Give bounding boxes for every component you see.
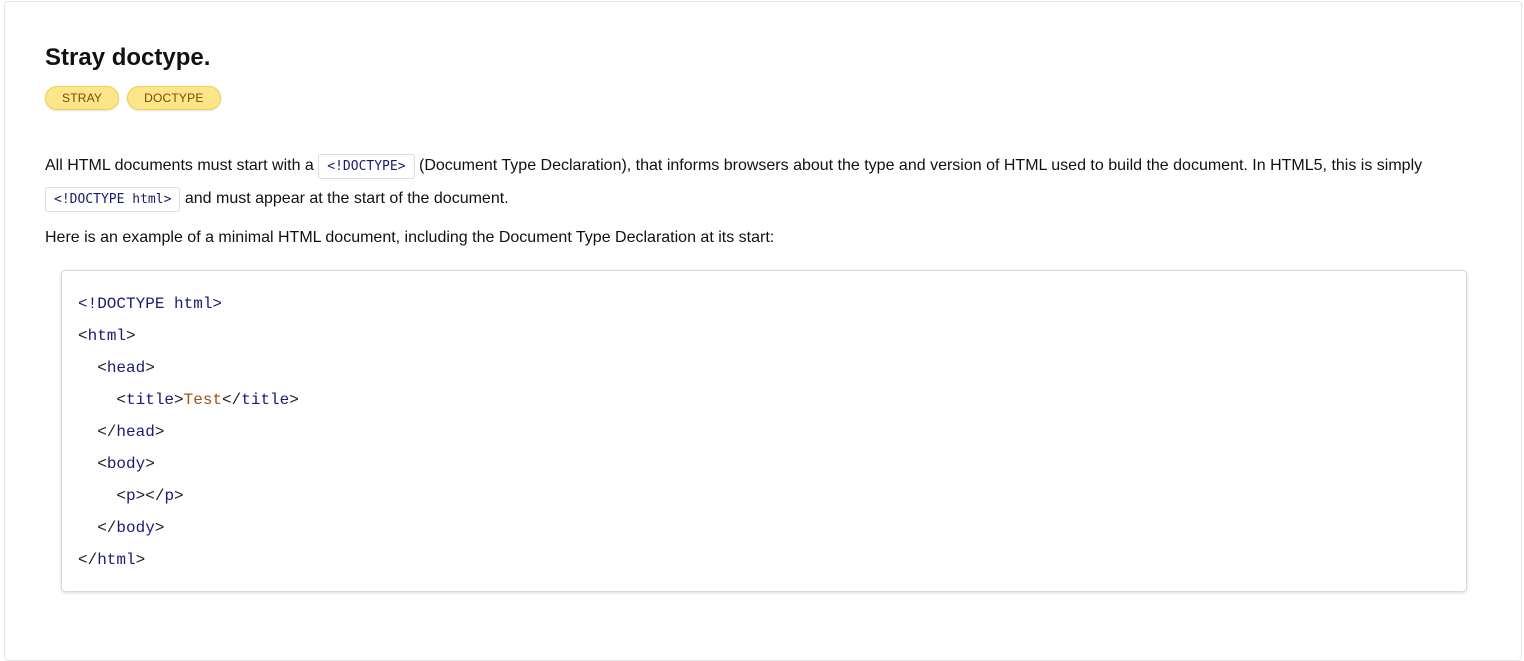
code-tag-title-close: title <box>241 391 290 409</box>
code-line-html-open: <html> <box>78 327 136 345</box>
code-tag-title-open: title <box>126 391 175 409</box>
code-tag-body-close: body <box>116 519 155 537</box>
code-tag-html-close: html <box>97 551 136 569</box>
code-line-p: <p></p> <box>116 487 184 505</box>
code-title-text: Test <box>183 391 223 409</box>
code-tag-body: body <box>106 455 146 473</box>
code-line-body-close: </body> <box>97 519 165 537</box>
doc-page: Stray doctype. STRAY DOCTYPE All HTML do… <box>4 1 1522 661</box>
code-doctype: <!DOCTYPE html> <box>78 295 223 313</box>
code-tag-p-close: p <box>164 487 175 505</box>
code-line-title: <title>Test</title> <box>116 391 299 409</box>
inline-code-doctype-html: <!DOCTYPE html> <box>45 187 181 212</box>
code-example-block[interactable]: <!DOCTYPE html> <html> <head> <title>Tes… <box>61 270 1467 592</box>
code-line-html-close: </html> <box>78 551 146 569</box>
intro-paragraph: All HTML documents must start with a <!D… <box>45 150 1469 216</box>
code-tag-p-open: p <box>126 487 136 505</box>
intro-text-1: All HTML documents must start with a <box>45 157 319 174</box>
code-line-doctype: <!DOCTYPE html> <box>78 288 1450 320</box>
code-line-head-open: <head> <box>97 359 155 377</box>
code-tag-head-close: head <box>116 423 155 441</box>
page-title: Stray doctype. <box>45 44 211 71</box>
inline-code-doctype: <!DOCTYPE> <box>318 154 415 179</box>
code-tag-head: head <box>106 359 146 377</box>
example-intro-paragraph: Here is an example of a minimal HTML doc… <box>45 229 775 246</box>
code-line-head-close: </head> <box>97 423 165 441</box>
tag-doctype[interactable]: DOCTYPE <box>127 86 221 110</box>
code-tag-html: html <box>87 327 127 345</box>
tag-list: STRAY DOCTYPE <box>45 86 221 110</box>
code-line-body-open: <body> <box>97 455 155 473</box>
intro-text-2: (Document Type Declaration), that inform… <box>414 157 1423 174</box>
tag-stray[interactable]: STRAY <box>45 86 120 110</box>
intro-text-3: and must appear at the start of the docu… <box>180 190 509 207</box>
